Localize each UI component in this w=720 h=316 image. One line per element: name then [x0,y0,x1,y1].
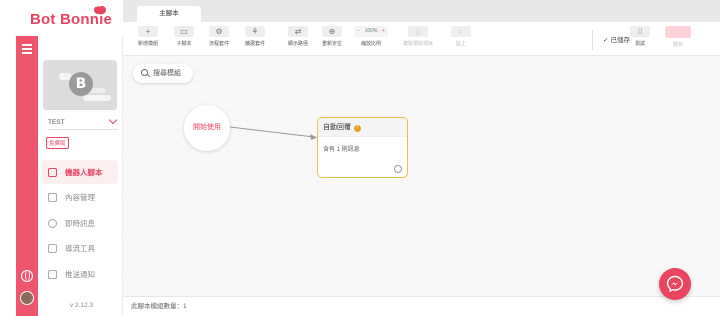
tab-main-script[interactable]: 主腳本 [137,6,201,22]
tool-label: 子腳本 [176,41,192,47]
bot-avatar: B [69,72,93,96]
flow-canvas[interactable]: 搜尋模組 開始使用 自動回覆 ! 含有 1 則訊息 [123,56,720,296]
sidebar-item-label: 機器人腳本 [65,167,103,177]
bot-selector[interactable]: TEST [48,115,118,130]
zoom-stepper[interactable]: − 100% + [354,26,388,37]
test-button[interactable]: ▯ 測試 [628,26,652,47]
module-search-button[interactable]: 搜尋模組 [133,64,193,83]
sidebar-item-label: 即時訊息 [65,218,95,228]
content-icon [48,193,57,202]
plus-icon: + [138,26,158,37]
chat-bubble-icon [94,2,106,14]
chevron-down-icon [108,115,118,125]
robot-script-icon [48,167,57,177]
path-icon: ⇄ [288,26,308,37]
paste-button[interactable]: ⌕ 貼上 [445,26,477,54]
sidebar-nav: 機器人腳本 內容管理 即時訊息 導流工具 推送通知 [42,160,118,288]
locate-icon: ⊕ [322,26,342,37]
chat-bubble-icon [83,95,111,101]
extension-icon: ⚘ [245,26,265,37]
phone-icon: ▯ [630,26,650,37]
globe-icon[interactable] [21,270,33,282]
tool-label: 複製選取項目 [402,41,433,47]
tool-label: 貼上 [455,41,466,47]
node-body: 含有 1 則訊息 [323,147,360,153]
toolbar: + 新增模組 ▭ 子腳本 ⚙ 流程套件 ⚘ 擴展套件 ⇄ 顯示路徑 ⊕ 重新定位… [123,22,720,56]
app-version: v 2.12.3 [70,302,94,309]
node-header: 自動回覆 ! [318,118,407,137]
messenger-icon [666,275,684,293]
flow-kit-button[interactable]: ⚙ 流程套件 [203,26,235,54]
show-path-button[interactable]: ⇄ 顯示路徑 [282,26,314,54]
paste-icon: ⌕ [451,26,471,37]
sidebar: B TEST 免費版 機器人腳本 內容管理 即時訊息 導流工具 推送通知 v 2… [38,36,123,316]
sidebar-item-growth-tools[interactable]: 導流工具 [42,237,118,261]
tool-label: 新增模組 [137,41,158,47]
sidebar-item-live-chat[interactable]: 即時訊息 [42,211,118,235]
gear-icon: ⚙ [209,26,229,37]
zoom-control: − 100% + 縮放比例 [353,26,389,47]
flow-connector [230,126,317,140]
tool-label: 擴展套件 [244,41,265,47]
zoom-value: 100% [364,28,378,34]
zoom-in-button[interactable]: + [382,26,385,37]
tool-label: 顯示路徑 [287,41,308,47]
bot-name: TEST [48,119,65,126]
megaphone-icon [48,269,57,279]
menu-icon[interactable] [22,44,32,56]
sidebar-item-label: 導流工具 [65,244,95,253]
bot-avatar-card[interactable]: B [43,60,117,110]
relocate-button[interactable]: ⊕ 重新定位 [316,26,348,54]
chat-icon [48,218,57,228]
publish-button[interactable]: 發布 [664,26,692,48]
publish-label: 發布 [672,42,683,48]
status-bar: 此腳本模組數量：1 [123,296,720,316]
start-node[interactable]: 開始使用 [184,105,230,151]
sidebar-item-label: 推送通知 [65,269,95,279]
sidebar-item-bot-script[interactable]: 機器人腳本 [42,160,118,184]
messenger-chat-button[interactable] [659,268,691,300]
copy-icon: ▯ [408,26,428,37]
warning-icon: ! [353,125,361,132]
publish-box [665,26,691,38]
node-title: 自動回覆 [323,124,351,131]
tab-bar: 主腳本 [123,0,720,22]
check-icon: ✓ [603,37,609,44]
tool-label: 重新定位 [321,41,342,47]
sub-script-button[interactable]: ▭ 子腳本 [168,26,200,54]
test-label: 測試 [634,41,645,47]
auto-reply-node[interactable]: 自動回覆 ! 含有 1 則訊息 [317,117,408,178]
tool-label: 流程套件 [208,41,229,47]
node-settings-icon[interactable] [394,165,402,173]
search-icon [141,69,148,76]
sidebar-item-label: 內容管理 [65,193,95,202]
user-avatar[interactable] [20,291,34,305]
copy-selection-button[interactable]: ▯ 複製選取項目 [402,26,434,54]
magnet-icon [48,244,57,253]
sidebar-item-content[interactable]: 內容管理 [42,186,118,210]
add-module-button[interactable]: + 新增模組 [132,26,164,54]
zoom-out-button[interactable]: − [357,26,360,37]
brand-logo[interactable]: Bot Bonnie [0,0,123,36]
left-strip [16,36,38,316]
toolbar-divider [592,30,593,50]
search-label: 搜尋模組 [153,70,181,77]
sidebar-item-broadcast[interactable]: 推送通知 [42,262,118,286]
save-status: ✓ 已儲存 [603,34,630,44]
extension-kit-button[interactable]: ⚘ 擴展套件 [239,26,271,54]
tool-label: 縮放比例 [360,41,381,47]
folder-icon: ▭ [174,26,194,37]
plan-badge: 免費版 [46,137,69,149]
